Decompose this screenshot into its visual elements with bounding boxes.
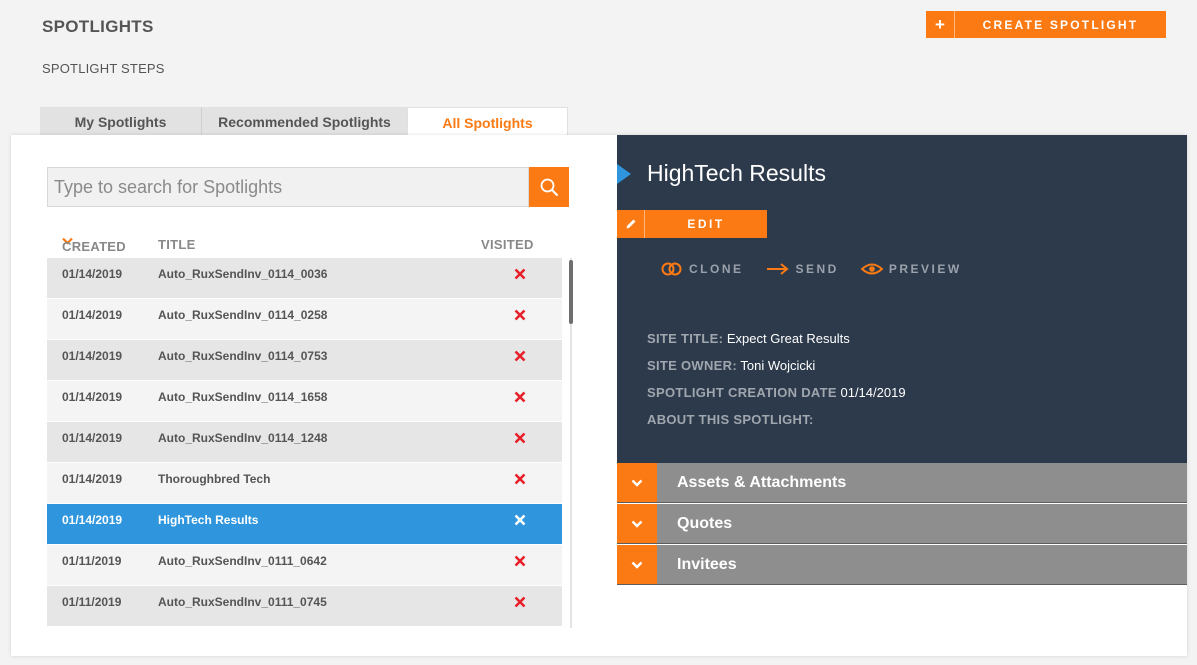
table-row[interactable]: 01/14/2019 Auto_RuxSendInv_0114_0036 — [47, 258, 562, 299]
table-row[interactable]: 01/14/2019 Auto_RuxSendInv_0114_1658 — [47, 381, 562, 422]
search-input[interactable] — [47, 167, 529, 207]
preview-label: PREVIEW — [888, 262, 962, 276]
close-icon — [514, 350, 526, 362]
preview-button[interactable]: PREVIEW — [860, 262, 962, 276]
row-title: Auto_RuxSendInv_0114_0036 — [158, 267, 328, 281]
row-created-date: 01/14/2019 — [62, 472, 123, 486]
table-row[interactable]: 01/14/2019 Auto_RuxSendInv_0114_0753 — [47, 340, 562, 381]
table-row[interactable]: 01/14/2019 Auto_RuxSendInv_0114_0258 — [47, 299, 562, 340]
send-button[interactable]: SEND — [766, 262, 839, 276]
close-icon — [514, 268, 526, 280]
chevron-down-icon — [617, 504, 657, 543]
close-icon — [514, 432, 526, 444]
pencil-icon — [617, 210, 645, 238]
detail-actions: CLONE SEND PREVIEW — [661, 262, 962, 276]
row-created-date: 01/11/2019 — [62, 595, 122, 609]
about-row: ABOUT THIS SPOTLIGHT: — [647, 406, 906, 433]
send-label: SEND — [795, 262, 839, 276]
creation-date-value: 01/14/2019 — [840, 385, 906, 400]
row-created-date: 01/14/2019 — [62, 431, 123, 445]
spotlight-detail: HighTech Results EDIT CLONE SEND PREVIEW… — [617, 135, 1187, 463]
table-row[interactable]: 01/14/2019 HighTech Results — [47, 504, 562, 545]
create-spotlight-button[interactable]: + CREATE SPOTLIGHT — [926, 11, 1166, 38]
selection-pointer-icon — [617, 164, 631, 184]
table-header: CREATED TITLE VISITED — [47, 235, 562, 255]
scrollbar-thumb[interactable] — [569, 260, 573, 324]
row-created-date: 01/11/2019 — [62, 554, 122, 568]
spotlight-list: 01/14/2019 Auto_RuxSendInv_0114_0036 01/14… — [47, 258, 562, 627]
row-created-date: 01/14/2019 — [62, 513, 123, 527]
column-header-created[interactable]: CREATED — [62, 237, 126, 254]
row-created-date: 01/14/2019 — [62, 390, 123, 404]
clone-label: CLONE — [689, 262, 744, 276]
section-label: Quotes — [677, 515, 733, 532]
column-header-visited[interactable]: VISITED — [481, 237, 534, 252]
edit-label: EDIT — [687, 217, 725, 231]
close-icon — [514, 596, 526, 608]
search-icon — [540, 178, 558, 196]
clone-icon — [661, 262, 682, 276]
row-created-date: 01/14/2019 — [62, 267, 123, 281]
site-owner-label: SITE OWNER: — [647, 358, 737, 373]
row-created-date: 01/14/2019 — [62, 308, 123, 322]
arrow-right-icon — [766, 263, 789, 275]
list-scrollbar[interactable] — [567, 258, 575, 628]
page-subtitle: SPOTLIGHT STEPS — [42, 61, 165, 76]
site-owner-value: Toni Wojcicki — [740, 358, 816, 373]
site-owner-row: SITE OWNER: Toni Wojcicki — [647, 352, 906, 379]
table-row[interactable]: 01/14/2019 Thoroughbred Tech — [47, 463, 562, 504]
row-title: Thoroughbred Tech — [158, 472, 271, 486]
creation-date-label: SPOTLIGHT CREATION DATE — [647, 385, 837, 400]
detail-meta: SITE TITLE: Expect Great Results SITE OW… — [647, 325, 906, 433]
edit-button[interactable]: EDIT — [617, 210, 767, 238]
about-label: ABOUT THIS SPOTLIGHT: — [647, 412, 814, 427]
row-title: Auto_RuxSendInv_0114_0258 — [158, 308, 328, 322]
close-icon — [514, 473, 526, 485]
chevron-down-icon — [617, 463, 657, 502]
row-title: Auto_RuxSendInv_0111_0642 — [158, 554, 327, 568]
tab-recommended-spotlights[interactable]: Recommended Spotlights — [202, 107, 407, 136]
column-header-created-label: CREATED — [62, 239, 126, 254]
tab-all-spotlights[interactable]: All Spotlights — [407, 107, 568, 137]
create-spotlight-label: CREATE SPOTLIGHT — [982, 17, 1139, 32]
row-title: Auto_RuxSendInv_0114_0753 — [158, 349, 328, 363]
close-icon — [514, 391, 526, 403]
detail-title: HighTech Results — [647, 160, 826, 186]
creation-date-row: SPOTLIGHT CREATION DATE 01/14/2019 — [647, 379, 906, 406]
section-label: Assets & Attachments — [677, 474, 847, 491]
table-row[interactable]: 01/11/2019 Auto_RuxSendInv_0111_0642 — [47, 545, 562, 586]
site-title-row: SITE TITLE: Expect Great Results — [647, 325, 906, 352]
row-title: Auto_RuxSendInv_0114_1248 — [158, 431, 328, 445]
section-label: Invitees — [677, 556, 737, 573]
spotlights-panel: CREATED TITLE VISITED 01/14/2019 Auto_Rux… — [11, 135, 1187, 656]
site-title-label: SITE TITLE: — [647, 331, 724, 346]
row-created-date: 01/14/2019 — [62, 349, 123, 363]
clone-button[interactable]: CLONE — [661, 262, 744, 276]
section-quotes[interactable]: Quotes — [617, 504, 1187, 544]
site-title-value: Expect Great Results — [726, 331, 850, 346]
row-title: HighTech Results — [158, 513, 259, 527]
row-title: Auto_RuxSendInv_0111_0745 — [158, 595, 327, 609]
section-assets-attachments[interactable]: Assets & Attachments — [617, 463, 1187, 503]
chevron-down-icon — [617, 545, 657, 584]
close-icon — [514, 555, 526, 567]
section-invitees[interactable]: Invitees — [617, 545, 1187, 585]
close-icon — [514, 514, 526, 526]
eye-icon — [860, 263, 883, 275]
row-title: Auto_RuxSendInv_0114_1658 — [158, 390, 328, 404]
tab-my-spotlights[interactable]: My Spotlights — [40, 107, 202, 136]
column-header-title[interactable]: TITLE — [158, 237, 196, 252]
close-icon — [514, 309, 526, 321]
plus-icon: + — [926, 11, 955, 38]
spotlight-tabs: My Spotlights Recommended Spotlights All… — [40, 107, 568, 137]
table-row[interactable]: 01/11/2019 Auto_RuxSendInv_0111_0745 — [47, 586, 562, 627]
search-button[interactable] — [529, 167, 569, 207]
search-bar — [47, 167, 569, 207]
table-row[interactable]: 01/14/2019 Auto_RuxSendInv_0114_1248 — [47, 422, 562, 463]
page-title: SPOTLIGHTS — [42, 17, 154, 36]
